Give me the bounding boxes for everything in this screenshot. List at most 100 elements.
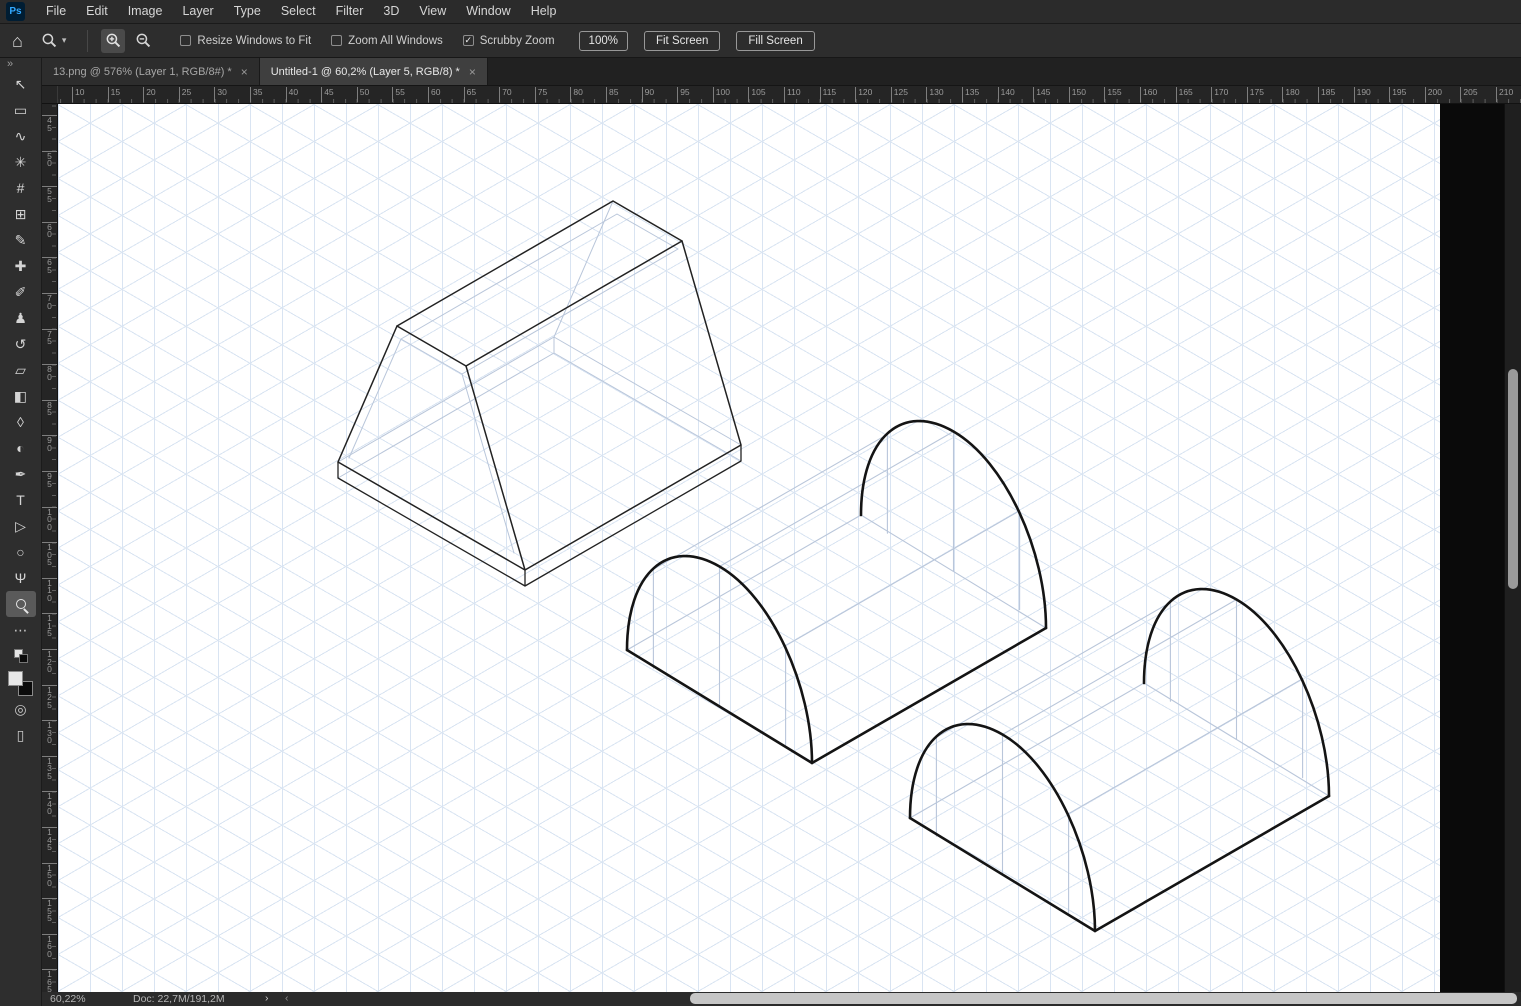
gradient-tool[interactable]: ◧ (6, 383, 36, 409)
document-tab-2[interactable]: Untitled-1 @ 60,2% (Layer 5, RGB/8) * × (259, 58, 488, 85)
h-ruler-label: 10 (72, 87, 84, 102)
wireframe-barn-prism (337, 200, 742, 587)
tab-close-icon[interactable]: × (469, 66, 476, 78)
menu-3d[interactable]: 3D (373, 0, 409, 24)
h-ruler-label: 185 (1318, 87, 1335, 102)
current-tool-dropdown[interactable]: ▾ (36, 30, 72, 51)
checkbox-resize-windows-to-fit[interactable]: Resize Windows to Fit (180, 35, 311, 47)
type-icon: T (16, 492, 25, 508)
document-tab-1[interactable]: 13.png @ 576% (Layer 1, RGB/8#) * × (42, 58, 260, 85)
v-ruler-label: 7 0 (42, 293, 57, 310)
menu-help[interactable]: Help (521, 0, 567, 24)
menu-layer[interactable]: Layer (172, 0, 223, 24)
photoshop-logo[interactable]: Ps (6, 2, 25, 21)
pen-tool[interactable]: ✒ (6, 461, 36, 487)
lasso-icon: ∿ (14, 128, 27, 144)
blur-tool[interactable]: ◊ (6, 409, 36, 435)
h-ruler-label: 35 (250, 87, 262, 102)
status-zoom-field[interactable]: 60,22% (50, 993, 86, 1005)
zoom-tool[interactable] (5, 591, 36, 617)
foreground-color-swatch[interactable] (8, 671, 23, 686)
h-ruler-label: 200 (1424, 87, 1442, 102)
spot-healing-brush-icon: ✚ (14, 258, 27, 274)
menu-file[interactable]: File (36, 0, 76, 24)
move-tool[interactable]: ↖ (6, 71, 36, 97)
h-ruler-label: 40 (285, 87, 298, 102)
zoom-in-button[interactable] (101, 28, 126, 53)
checkbox-unchecked-icon (180, 35, 192, 46)
v-ruler-label: 1 4 5 (42, 827, 57, 852)
fit-screen-button[interactable]: Fit Screen (643, 30, 721, 51)
tool-bar: » ↖ ▭ ∿ ✳ # ⊞ ✎ ✚ ✐ ♟ ↺ ▱ ◧ ◊ ◐ ✒ T ▷ ○ Ψ ⋯ ◎ ▯ (0, 58, 42, 1006)
quick-mask-button[interactable]: ◎ (6, 696, 36, 722)
ruler-origin-box[interactable] (42, 86, 58, 103)
history-brush-tool[interactable]: ↺ (6, 331, 36, 357)
checkbox-zoom-all-windows[interactable]: Zoom All Windows (331, 35, 443, 47)
menu-window[interactable]: Window (456, 0, 520, 24)
clone-stamp-tool[interactable]: ♟ (6, 305, 36, 331)
menu-image[interactable]: Image (118, 0, 173, 24)
spot-healing-brush-tool[interactable]: ✚ (6, 253, 36, 279)
horizontal-ruler[interactable]: 10 15 20 25 30 35 40 45 50 55 60 65 70 75 80 85 90 95 100 1… (42, 86, 1521, 104)
checkbox-label: Resize Windows to Fit (197, 34, 312, 47)
vertical-scrollbar-thumb[interactable] (1508, 369, 1518, 589)
hand-tool[interactable]: Ψ (6, 565, 36, 591)
v-ruler-label: 9 5 (42, 471, 57, 488)
magic-wand-tool[interactable]: ✳ (6, 149, 36, 175)
path-selection-tool[interactable]: ▷ (6, 513, 36, 539)
eyedropper-tool[interactable]: ✎ (6, 227, 36, 253)
ellipse-tool[interactable]: ○ (6, 539, 36, 565)
dodge-tool[interactable]: ◐ (6, 435, 36, 461)
zoom-in-icon (106, 33, 121, 48)
wireframe-quonset-hut-right (908, 587, 1331, 933)
toolbar-collapse-chevron[interactable]: » (0, 58, 13, 71)
status-options-chevron[interactable]: › (265, 992, 269, 1004)
menu-filter[interactable]: Filter (326, 0, 374, 24)
eraser-tool[interactable]: ▱ (6, 357, 36, 383)
default-colors-icon[interactable] (13, 649, 28, 663)
document-canvas[interactable] (58, 104, 1440, 992)
magnifier-icon (15, 599, 26, 609)
checkbox-label: Scrubby Zoom (479, 34, 555, 47)
menu-type[interactable]: Type (224, 0, 271, 24)
menu-edit[interactable]: Edit (76, 0, 118, 24)
h-ruler-label: 130 (926, 87, 944, 102)
canvas-artwork (337, 200, 1331, 933)
lasso-tool[interactable]: ∿ (6, 123, 36, 149)
crop-tool[interactable]: # (6, 175, 36, 201)
zoom-level-field[interactable]: 100% (578, 30, 628, 51)
edit-toolbar-button[interactable]: ⋯ (6, 617, 36, 643)
scroll-left-chevron[interactable]: ‹ (285, 992, 289, 1004)
options-checkboxes: Resize Windows to Fit Zoom All Windows ✓ Sc… (170, 35, 564, 47)
menu-view[interactable]: View (409, 0, 456, 24)
menu-select[interactable]: Select (271, 0, 326, 24)
v-ruler-label: 9 0 (42, 435, 57, 452)
h-ruler-label: 90 (641, 87, 654, 102)
v-ruler-label: 1 1 5 (42, 613, 57, 638)
horizontal-scrollbar-thumb[interactable] (690, 993, 1517, 1004)
h-ruler-label: 180 (1282, 87, 1300, 102)
v-ruler-label: 1 0 0 (42, 506, 57, 532)
tab-close-icon[interactable]: × (241, 66, 248, 78)
vertical-scrollbar[interactable] (1504, 104, 1521, 992)
v-ruler-label: 1 6 5 (42, 969, 57, 992)
h-ruler-label: 135 (962, 87, 979, 102)
vertical-ruler[interactable]: 4 5 5 0 5 5 6 0 6 5 7 0 7 5 8 0 8 5 9 0 9 5 1 0 0 1 … (42, 104, 58, 992)
frame-tool[interactable]: ⊞ (6, 201, 36, 227)
screen-mode-button[interactable]: ▯ (6, 722, 36, 748)
chevron-down-icon: ▾ (61, 35, 67, 45)
h-ruler-label: 75 (534, 87, 547, 102)
home-icon[interactable]: ⌂ (12, 32, 23, 50)
brush-tool[interactable]: ✐ (6, 279, 36, 305)
blur-icon: ◊ (17, 414, 24, 430)
zoom-out-button[interactable] (131, 29, 155, 53)
v-ruler-label: 8 0 (42, 364, 57, 381)
tab-title: 13.png @ 576% (Layer 1, RGB/8#) * (53, 65, 232, 78)
fill-screen-button[interactable]: Fill Screen (736, 30, 815, 51)
rectangular-marquee-tool[interactable]: ▭ (6, 97, 36, 123)
v-ruler-label: 1 1 0 (42, 577, 57, 603)
type-tool[interactable]: T (6, 487, 36, 513)
checkbox-scrubby-zoom[interactable]: ✓ Scrubby Zoom (462, 34, 555, 47)
h-ruler-label: 175 (1246, 87, 1264, 102)
checkbox-label: Zoom All Windows (348, 34, 443, 47)
